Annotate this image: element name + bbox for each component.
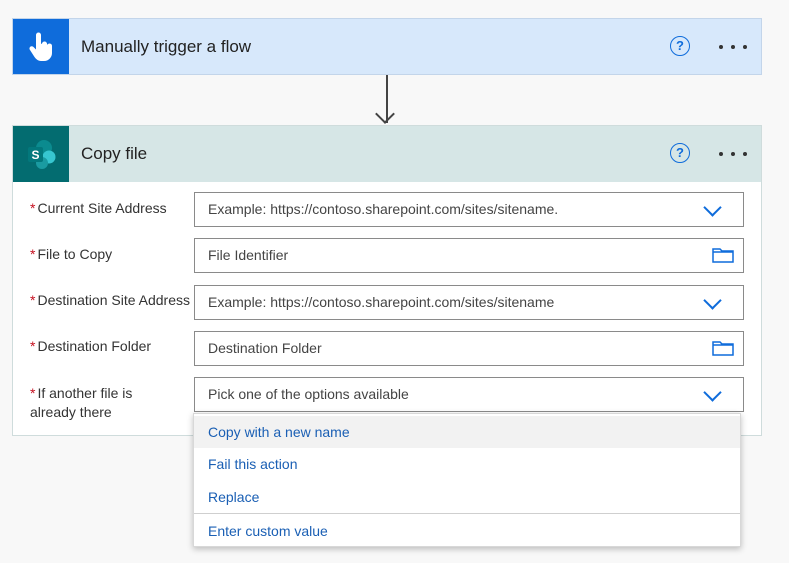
label-text: File to Copy bbox=[37, 246, 113, 262]
required-marker: * bbox=[30, 338, 36, 354]
options-dropdown-menu: Copy with a new name Fail this action Re… bbox=[193, 413, 741, 547]
label-text: Destination Folder bbox=[37, 338, 152, 354]
sharepoint-icon: S bbox=[28, 140, 56, 169]
field-value: Example: https://contoso.sharepoint.com/… bbox=[208, 294, 555, 310]
required-marker: * bbox=[30, 200, 36, 216]
folder-icon[interactable] bbox=[712, 340, 734, 356]
destination-site-address-input[interactable]: Example: https://contoso.sharepoint.com/… bbox=[194, 285, 744, 320]
destination-folder-input[interactable]: Destination Folder bbox=[194, 331, 744, 366]
dropdown-divider bbox=[194, 513, 740, 514]
trigger-title: Manually trigger a flow bbox=[81, 37, 252, 56]
action-header[interactable]: S Copy file ? bbox=[13, 126, 761, 182]
label-text: Destination Site Address bbox=[37, 292, 190, 308]
label-text: If another file is already there bbox=[30, 385, 133, 420]
field-label-file-to-copy: * File to Copy bbox=[30, 245, 190, 264]
field-value: Destination Folder bbox=[208, 340, 322, 356]
chevron-down-icon[interactable] bbox=[703, 198, 722, 217]
help-icon[interactable]: ? bbox=[670, 36, 690, 56]
more-options-icon[interactable] bbox=[719, 144, 747, 164]
field-label-current-site-address: * Current Site Address bbox=[30, 199, 190, 218]
if-another-file-select[interactable]: Pick one of the options available bbox=[194, 377, 744, 412]
chevron-down-icon[interactable] bbox=[703, 383, 722, 402]
touch-hand-icon bbox=[29, 32, 52, 61]
help-icon[interactable]: ? bbox=[670, 143, 690, 163]
current-site-address-input[interactable]: Example: https://contoso.sharepoint.com/… bbox=[194, 192, 744, 227]
trigger-icon-box bbox=[13, 19, 69, 74]
more-options-icon[interactable] bbox=[719, 37, 747, 57]
arrow-down-icon bbox=[375, 104, 395, 124]
folder-icon[interactable] bbox=[712, 247, 734, 263]
field-label-if-another-file: * If another file is already there bbox=[30, 384, 180, 422]
action-icon-box: S bbox=[13, 126, 69, 182]
dropdown-option-copy-with-new-name[interactable]: Copy with a new name bbox=[194, 416, 740, 448]
file-to-copy-input[interactable]: File Identifier bbox=[194, 238, 744, 273]
field-label-destination-folder: * Destination Folder bbox=[30, 337, 190, 356]
trigger-card[interactable]: Manually trigger a flow ? bbox=[12, 18, 762, 75]
field-value: Pick one of the options available bbox=[208, 386, 409, 402]
dropdown-option-fail-this-action[interactable]: Fail this action bbox=[194, 448, 740, 480]
field-label-destination-site-address: * Destination Site Address bbox=[30, 291, 190, 310]
copy-file-card: S Copy file ? * Current Site Address Exam… bbox=[12, 125, 762, 436]
label-text: Current Site Address bbox=[37, 200, 167, 216]
field-value: Example: https://contoso.sharepoint.com/… bbox=[208, 201, 559, 217]
sharepoint-letter: S bbox=[31, 148, 39, 162]
field-value: File Identifier bbox=[208, 247, 289, 263]
required-marker: * bbox=[30, 246, 36, 262]
action-title: Copy file bbox=[81, 144, 148, 163]
dropdown-option-enter-custom-value[interactable]: Enter custom value bbox=[194, 515, 740, 547]
dropdown-option-replace[interactable]: Replace bbox=[194, 481, 740, 513]
required-marker: * bbox=[30, 385, 36, 401]
chevron-down-icon[interactable] bbox=[703, 291, 722, 310]
required-marker: * bbox=[30, 292, 36, 308]
